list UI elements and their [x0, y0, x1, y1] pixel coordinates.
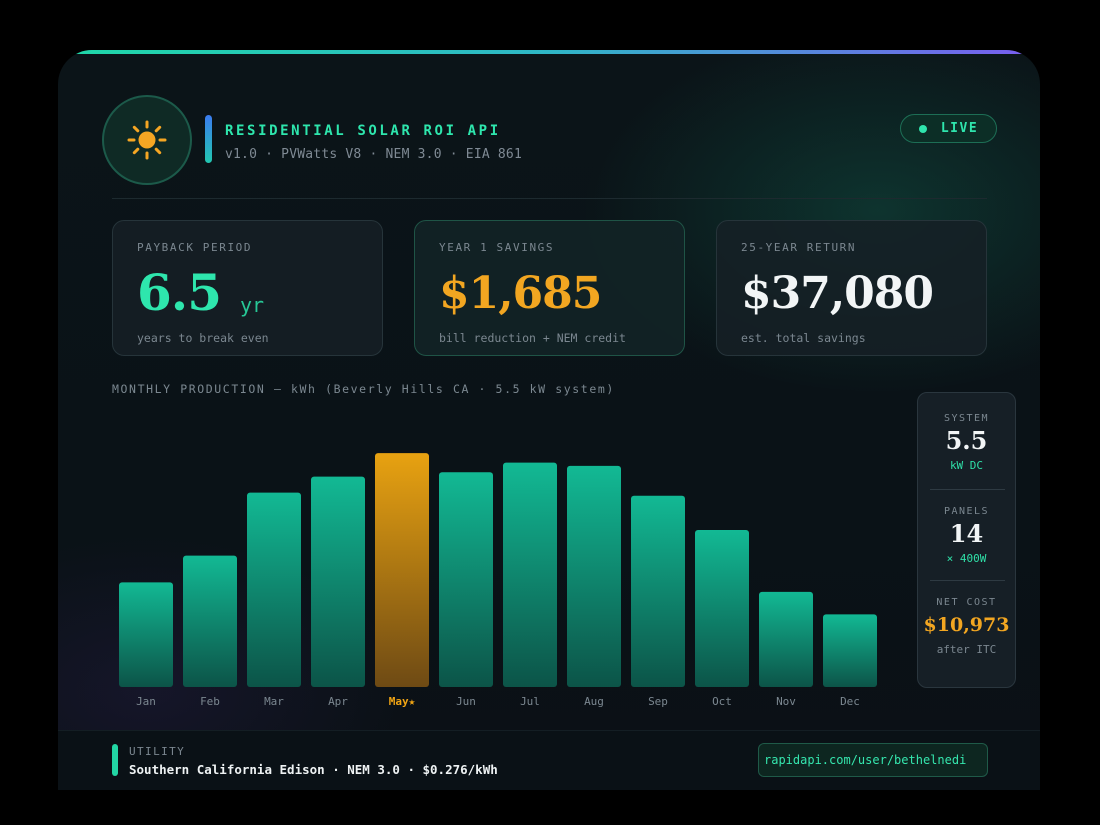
- bar-may: [375, 453, 429, 687]
- tick-label: Mar: [264, 695, 284, 708]
- net-cost-label: NET COST: [936, 597, 997, 608]
- net-cost-value: $10,973: [923, 614, 1010, 636]
- bar-mar: [247, 492, 301, 687]
- bar-dec: [823, 614, 877, 687]
- utility-label: UTILITY: [129, 745, 186, 758]
- tick-label: Jun: [456, 695, 476, 708]
- live-status-label: LIVE: [940, 121, 979, 136]
- bar-nov: [759, 591, 813, 687]
- utility-value: Southern California Edison · NEM 3.0 · $…: [129, 762, 498, 777]
- tick-label: Nov: [776, 695, 796, 708]
- panels-block: PANELS 14 × 400W: [918, 506, 1015, 565]
- tick-label: Jul: [520, 695, 540, 708]
- footer-accent-bar: [112, 744, 118, 776]
- tick-label: Sep: [648, 695, 668, 708]
- bar-apr: [311, 476, 365, 687]
- bar-jun: [439, 472, 493, 687]
- system-label: SYSTEM: [943, 413, 990, 424]
- side-divider: [930, 580, 1005, 581]
- system-unit: kW DC: [949, 459, 984, 472]
- net-cost-block: NET COST $10,973 after ITC: [918, 597, 1015, 656]
- system-size-block: SYSTEM 5.5 kW DC: [918, 413, 1015, 472]
- bar-jan: [119, 582, 173, 687]
- tick-label: Jan: [136, 695, 156, 708]
- bar-jul: [503, 462, 557, 687]
- tick-label: Oct: [712, 695, 732, 708]
- bar-oct: [695, 529, 749, 687]
- net-cost-unit: after ITC: [936, 643, 997, 656]
- tick-label: May★: [389, 695, 416, 708]
- tick-label: Dec: [840, 695, 860, 708]
- bar-feb: [183, 555, 237, 687]
- tick-label: Feb: [200, 695, 220, 708]
- tick-label: Aug: [584, 695, 604, 708]
- system-value: 5.5: [945, 426, 988, 455]
- tick-label: Apr: [328, 695, 348, 708]
- footer: UTILITY Southern California Edison · NEM…: [58, 730, 1040, 790]
- panels-value: 14: [949, 519, 984, 548]
- panels-label: PANELS: [943, 506, 990, 517]
- api-card: RESIDENTIAL SOLAR ROI API v1.0 · PVWatts…: [58, 50, 1040, 790]
- live-dot-icon: [918, 124, 927, 133]
- system-summary-panel: SYSTEM 5.5 kW DC PANELS 14 × 400W NET CO…: [917, 392, 1016, 688]
- monthly-production-chart: Jan Feb Mar Apr May★ Jun Jul Aug Sep Oct Nov Dec: [119, 453, 877, 708]
- side-divider: [930, 489, 1005, 490]
- rapidapi-link[interactable]: rapidapi.com/user/bethelnedi: [758, 743, 988, 777]
- bar-sep: [631, 495, 685, 687]
- bar-aug: [567, 465, 621, 687]
- panels-unit: × 400W: [946, 552, 987, 565]
